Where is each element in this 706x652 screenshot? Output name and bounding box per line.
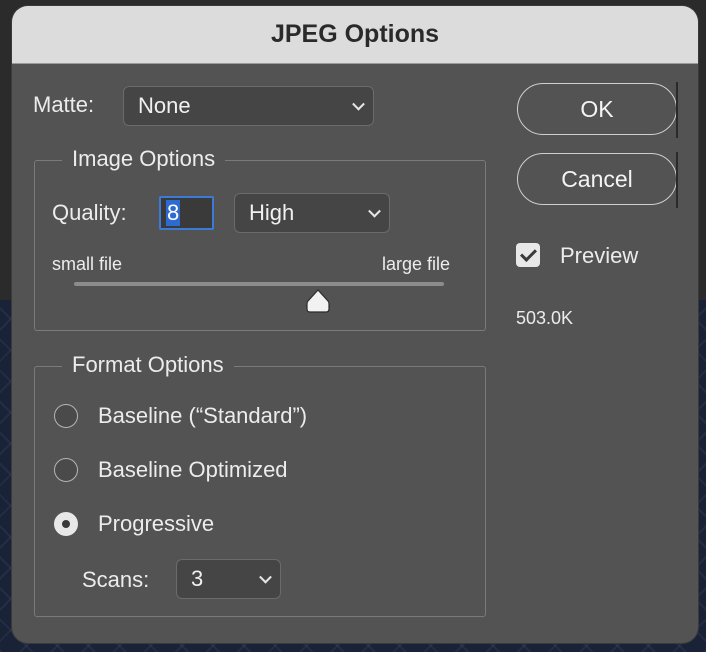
chevron-down-icon — [368, 204, 381, 218]
radio-label: Progressive — [98, 511, 215, 536]
radio-button[interactable] — [54, 458, 78, 482]
file-size-readout: 503.0K — [516, 308, 574, 328]
button-edge — [676, 152, 678, 208]
image-options-legend: Image Options — [62, 146, 226, 172]
matte-label: Matte: — [33, 92, 95, 117]
chevron-down-icon — [352, 97, 365, 111]
slider-max-label: large file — [382, 254, 451, 274]
matte-value: None — [138, 93, 191, 118]
ok-label: OK — [580, 95, 614, 122]
radio-label: Baseline (“Standard”) — [98, 403, 308, 428]
radio-label: Baseline Optimized — [98, 457, 288, 482]
quality-preset-select[interactable]: High — [234, 193, 390, 233]
quality-slider-thumb[interactable] — [306, 289, 330, 313]
button-edge — [676, 82, 678, 138]
matte-select[interactable]: None — [123, 86, 374, 126]
ok-button[interactable]: OK — [517, 83, 677, 135]
quality-value: 8 — [166, 200, 181, 226]
jpeg-options-dialog: JPEG Options Matte: None Image Options Q… — [12, 6, 698, 643]
format-options-legend: Format Options — [62, 352, 234, 378]
quality-slider-track[interactable] — [74, 282, 444, 286]
cancel-button[interactable]: Cancel — [517, 153, 677, 205]
radio-button-selected[interactable] — [54, 512, 78, 536]
title-bar: JPEG Options — [12, 6, 698, 64]
image-options-group — [34, 160, 486, 331]
quality-preset-value: High — [249, 200, 295, 225]
preview-checkbox[interactable] — [516, 243, 540, 267]
scans-select[interactable]: 3 — [176, 559, 281, 599]
quality-label: Quality: — [52, 200, 127, 225]
cancel-label: Cancel — [561, 165, 633, 192]
chevron-down-icon — [259, 570, 272, 584]
slider-min-label: small file — [52, 254, 123, 274]
quality-input[interactable]: 8 — [159, 196, 214, 230]
preview-label: Preview — [560, 243, 639, 268]
radio-button[interactable] — [54, 404, 78, 428]
scans-value: 3 — [191, 566, 204, 591]
scans-label: Scans: — [82, 567, 150, 592]
dialog-title: JPEG Options — [270, 20, 440, 48]
